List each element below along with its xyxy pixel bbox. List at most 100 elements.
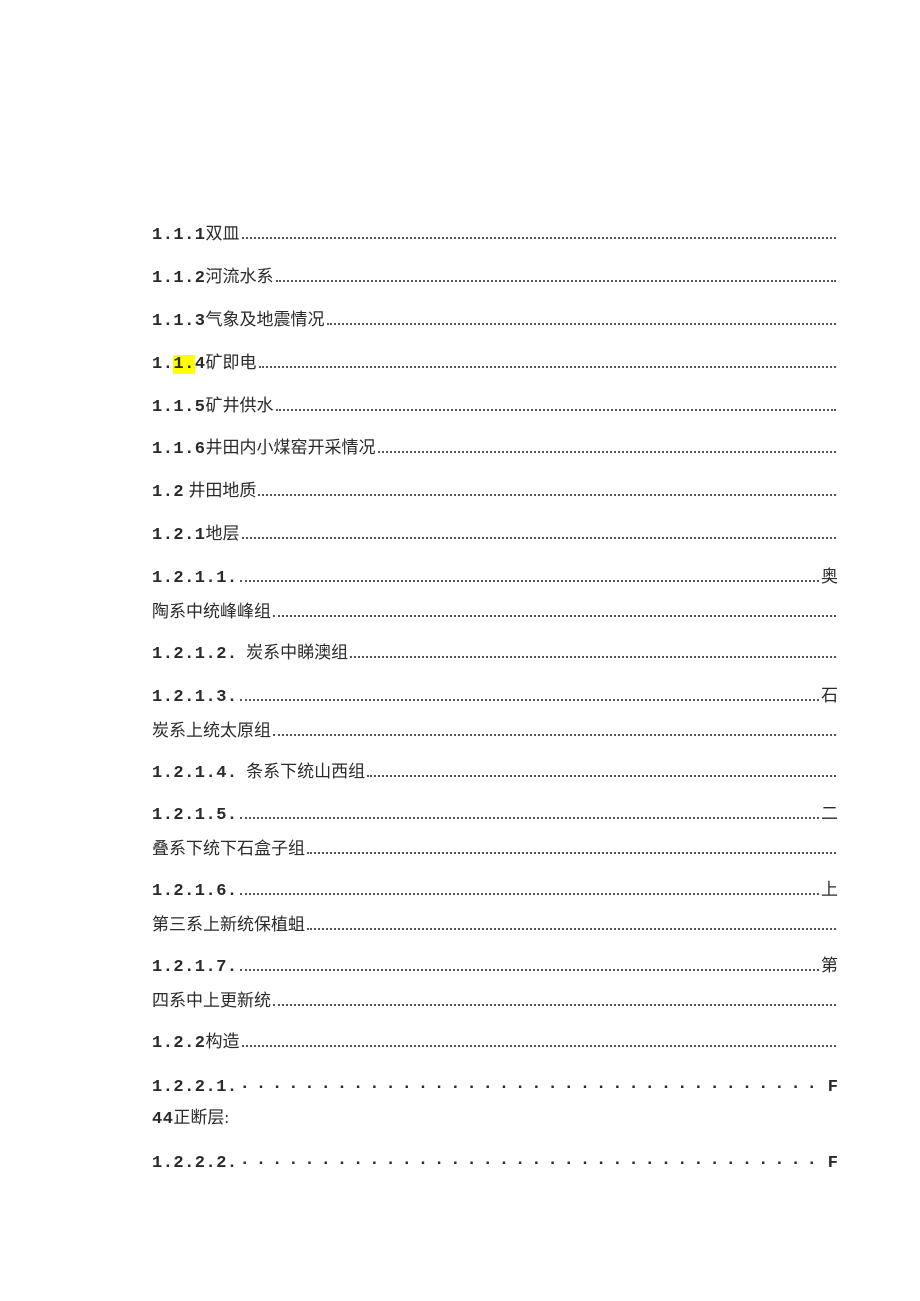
toc-leader-dots <box>240 817 819 819</box>
toc-leader-dots <box>350 656 836 658</box>
toc-leader-dots <box>327 323 836 325</box>
toc-number: 1.1.3 <box>152 308 206 337</box>
toc-leader-dots <box>240 580 819 582</box>
toc-tail: 石 <box>821 682 838 711</box>
toc-line: 1.2.1.1. 奥 <box>152 563 838 594</box>
toc-line: 1.2.1.2. 炭系中睇澳组 <box>152 639 838 670</box>
toc-line: 1.1.1双皿 <box>152 220 838 251</box>
toc-number: 1.2.1.7. <box>152 954 238 983</box>
toc-sub-number: 44 <box>152 1110 173 1129</box>
toc-continuation-text: 四系中上更新统 <box>152 987 271 1016</box>
toc-leader-dots <box>276 409 836 411</box>
toc-title: 矿即电 <box>206 349 257 378</box>
toc-title: 气象及地震情况 <box>206 306 325 335</box>
toc-title: 地层 <box>206 520 240 549</box>
toc-number: 1.2.1.5. <box>152 802 238 831</box>
toc-leader-dots <box>367 775 836 777</box>
toc-title: 双皿 <box>206 220 240 249</box>
toc-entry: 1.1.6井田内小煤窑开采情况 <box>152 434 838 465</box>
toc-number: 1.2.2.1. <box>152 1074 238 1103</box>
toc-title: 构造 <box>206 1028 240 1057</box>
toc-page: 1.1.1双皿1.1.2河流水系1.1.3气象及地震情况1.1.4矿即电1.1.… <box>0 0 920 1301</box>
toc-entry: 1.2.1.1. 奥陶系中统峰峰组 <box>152 563 838 627</box>
toc-leader-dots <box>307 928 836 930</box>
toc-continuation-line: 叠系下统下石盒子组 <box>152 835 838 864</box>
toc-entry: 1.2.1.2. 炭系中睇澳组 <box>152 639 838 670</box>
toc-line: 1.1.2河流水系 <box>152 263 838 294</box>
toc-continuation-line: 炭系上统太原组 <box>152 717 838 746</box>
toc-entry: 1.1.3气象及地震情况 <box>152 306 838 337</box>
toc-leader-dots <box>242 537 836 539</box>
toc-leader-dots <box>240 1071 826 1091</box>
toc-entry: 1.2.2构造 <box>152 1028 838 1059</box>
toc-leader-dots <box>273 1004 836 1006</box>
toc-leader-dots <box>259 366 836 368</box>
toc-number: 1.1.4 <box>152 351 206 380</box>
toc-tail: F <box>828 1074 838 1103</box>
toc-line: 1.1.4矿即电 <box>152 349 838 380</box>
toc-title: 井田内小煤窑开采情况 <box>206 434 376 463</box>
toc-entry: 1.2 井田地质 <box>152 477 838 508</box>
toc-number: 1.2.1.2. <box>152 641 238 670</box>
toc-leader-dots <box>242 1045 836 1047</box>
toc-leader-dots <box>307 852 836 854</box>
toc-leader-dots <box>273 615 836 617</box>
toc-number: 1.2.1.6. <box>152 878 238 907</box>
toc-line: 1.2.2.2.F <box>152 1147 838 1179</box>
toc-title: 炭系中睇澳组 <box>238 639 349 668</box>
toc-leader-dots <box>240 969 819 971</box>
toc-line: 1.1.3气象及地震情况 <box>152 306 838 337</box>
toc-entry: 1.2.1.4. 条系下统山西组 <box>152 758 838 789</box>
toc-leader-dots <box>240 699 819 701</box>
toc-continuation-text: 陶系中统峰峰组 <box>152 598 271 627</box>
toc-line: 1.1.5矿井供水 <box>152 392 838 423</box>
toc-number: 1.2.2 <box>152 1030 206 1059</box>
toc-number: 1.2.1.4. <box>152 760 238 789</box>
toc-line: 1.2 井田地质 <box>152 477 838 508</box>
toc-continuation-line: 四系中上更新统 <box>152 987 838 1016</box>
toc-entry: 1.2.1.3. 石炭系上统太原组 <box>152 682 838 746</box>
toc-sub-line: 44正断层: <box>152 1104 838 1135</box>
toc-number: 1.2.2.2. <box>152 1150 238 1179</box>
toc-continuation-line: 第三系上新统保植蛆 <box>152 911 838 940</box>
toc-number: 1.1.6 <box>152 436 206 465</box>
toc-tail: 二 <box>821 800 838 829</box>
toc-entry: 1.2.2.2.F <box>152 1147 838 1179</box>
toc-entry: 1.2.1.7. 第四系中上更新统 <box>152 952 838 1016</box>
toc-title: 河流水系 <box>206 263 274 292</box>
toc-number: 1.2.1.1. <box>152 565 238 594</box>
toc-entry: 1.1.2河流水系 <box>152 263 838 294</box>
toc-tail: 第 <box>821 952 838 981</box>
toc-tail: 上 <box>821 876 838 905</box>
toc-continuation-text: 炭系上统太原组 <box>152 717 271 746</box>
toc-number: 1.2.1.3. <box>152 684 238 713</box>
toc-title: 矿井供水 <box>206 392 274 421</box>
toc-continuation-text: 叠系下统下石盒子组 <box>152 835 305 864</box>
toc-number: 1.2.1 <box>152 522 206 551</box>
toc-line: 1.2.1地层 <box>152 520 838 551</box>
toc-continuation-line: 陶系中统峰峰组 <box>152 598 838 627</box>
toc-line: 1.2.1.6. 上 <box>152 876 838 907</box>
toc-number: 1.2 <box>152 479 184 508</box>
toc-sub-text: 正断层: <box>173 1108 229 1127</box>
toc-number: 1.1.5 <box>152 394 206 423</box>
toc-tail: 奥 <box>821 563 838 592</box>
toc-container: 1.1.1双皿1.1.2河流水系1.1.3气象及地震情况1.1.4矿即电1.1.… <box>152 220 838 1179</box>
toc-line: 1.2.2.1. F <box>152 1071 838 1103</box>
toc-line: 1.2.2构造 <box>152 1028 838 1059</box>
toc-line: 1.2.1.5. 二 <box>152 800 838 831</box>
toc-line: 1.1.6井田内小煤窑开采情况 <box>152 434 838 465</box>
toc-leader-dots <box>240 893 819 895</box>
toc-line: 1.2.1.7. 第 <box>152 952 838 983</box>
toc-leader-dots <box>242 237 836 239</box>
toc-title: 条系下统山西组 <box>238 758 366 787</box>
toc-number: 1.1.2 <box>152 265 206 294</box>
toc-leader-dots <box>258 494 836 496</box>
toc-entry: 1.1.1双皿 <box>152 220 838 251</box>
toc-entry: 1.1.5矿井供水 <box>152 392 838 423</box>
highlighted-text: 1. <box>173 355 194 374</box>
toc-leader-dots <box>378 451 836 453</box>
toc-line: 1.2.1.3. 石 <box>152 682 838 713</box>
toc-entry: 1.2.1.5. 二叠系下统下石盒子组 <box>152 800 838 864</box>
toc-line: 1.2.1.4. 条系下统山西组 <box>152 758 838 789</box>
